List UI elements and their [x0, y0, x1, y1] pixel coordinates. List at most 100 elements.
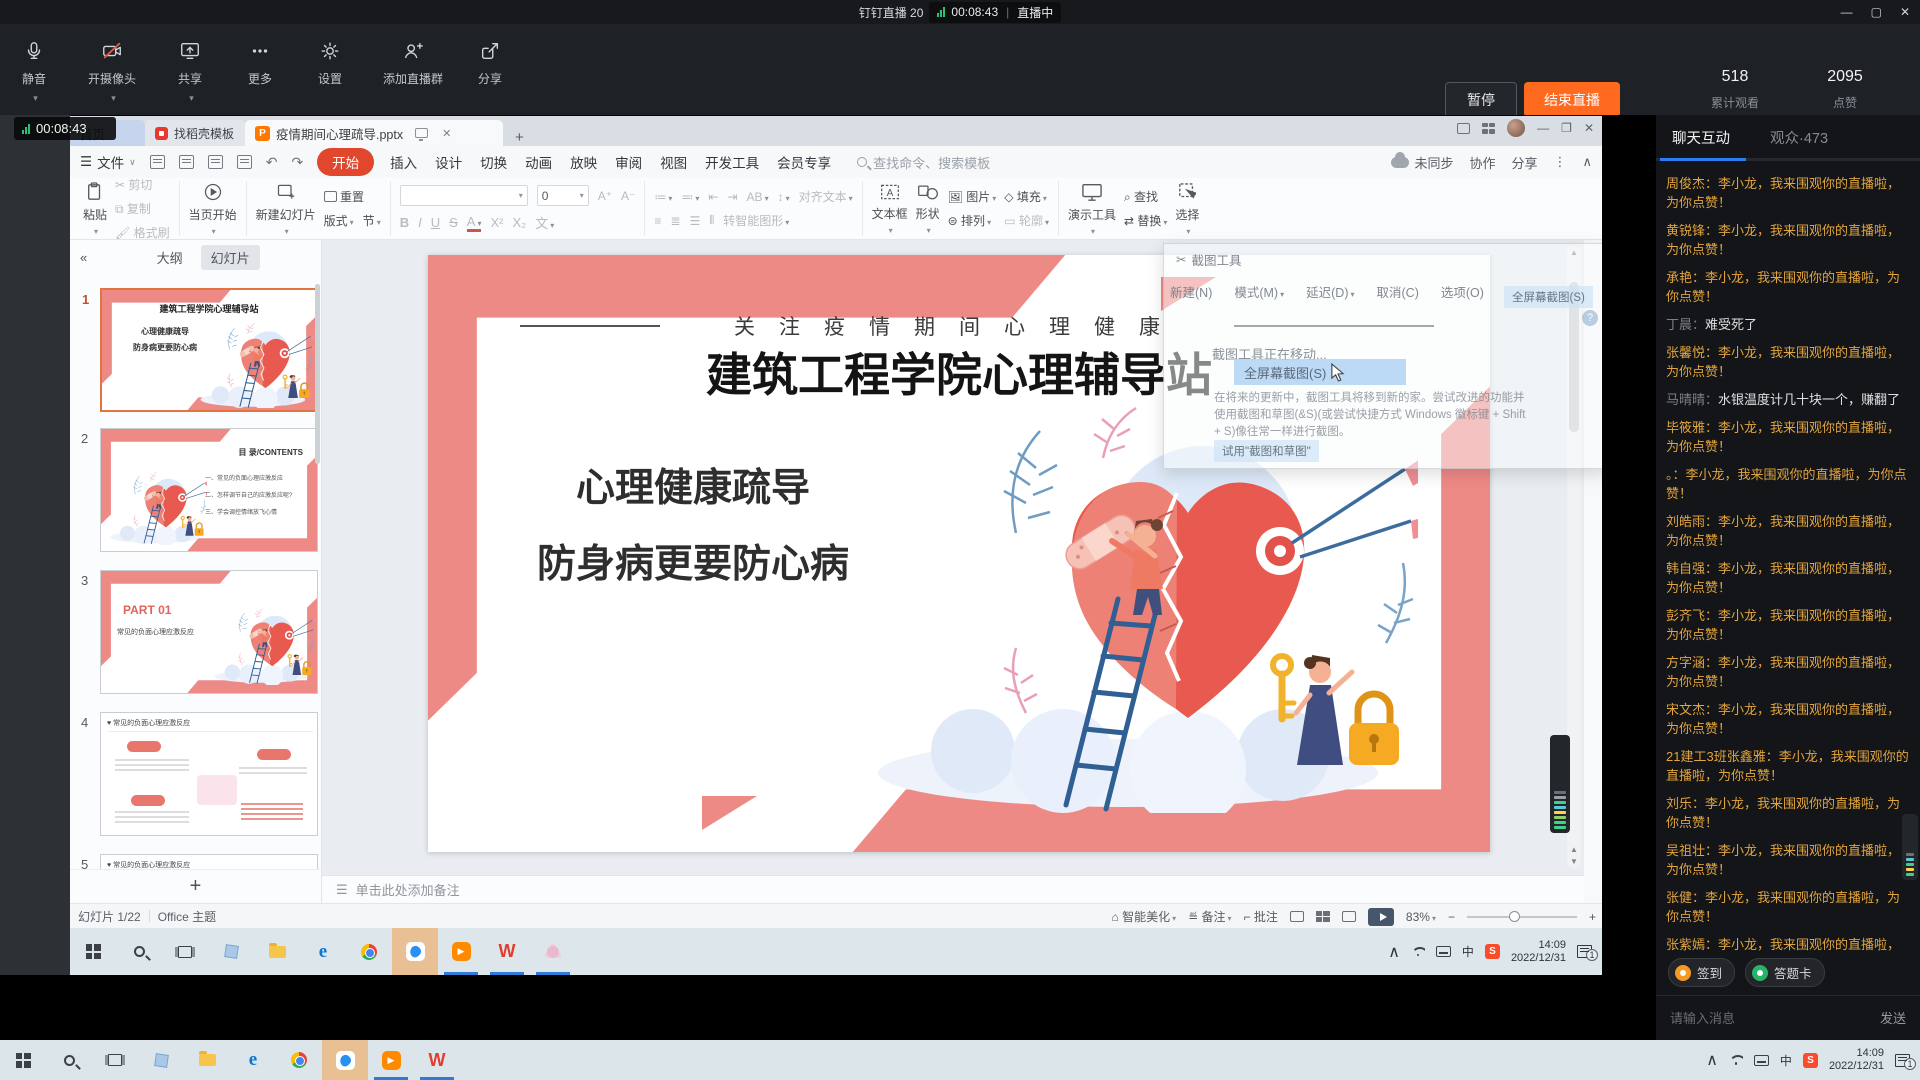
- fullscreen-snip-menu-item[interactable]: 全屏幕截图(S): [1234, 359, 1406, 385]
- increase-indent-button[interactable]: ⇥: [727, 190, 737, 204]
- settings-button[interactable]: 设置: [318, 38, 342, 87]
- clock[interactable]: 14:092022/12/31: [1511, 939, 1566, 965]
- chat-message-list[interactable]: 周俊杰：李小龙，我来围观你的直播啦，为你点赞！ 黄锐锋：李小龙，我来围观你的直播…: [1656, 168, 1920, 951]
- end-live-button[interactable]: 结束直播: [1524, 82, 1620, 117]
- add-slide-button[interactable]: +: [70, 869, 321, 902]
- slideshow-play-button[interactable]: [1368, 908, 1394, 926]
- panel-scrollbar[interactable]: [315, 284, 320, 464]
- start-button[interactable]: [70, 928, 116, 975]
- outline-tab[interactable]: 大纲: [147, 245, 193, 270]
- chrome-icon[interactable]: [346, 928, 392, 975]
- tray-expand-icon[interactable]: ∧: [1388, 942, 1400, 962]
- menu-tab-member[interactable]: 会员专享: [775, 152, 833, 172]
- quiz-card-button[interactable]: 答题卡: [1745, 958, 1825, 987]
- subscript-button[interactable]: X₂: [512, 215, 526, 230]
- zoom-out-button[interactable]: −: [1448, 910, 1455, 924]
- slide-thumbnail-2[interactable]: 2 目 录/CONTENTS 一、常见的负面心理应激反应 二、怎样调节自己的应激…: [100, 428, 318, 552]
- redo-icon[interactable]: ↷: [291, 154, 303, 171]
- tab-audience[interactable]: 观众·473: [1770, 127, 1828, 148]
- align-center-icon[interactable]: ≣: [670, 214, 680, 228]
- find-button[interactable]: ⌕ 查找: [1124, 188, 1167, 205]
- wps-restore-button[interactable]: ❐: [1561, 121, 1572, 135]
- layout-button[interactable]: 版式: [324, 212, 354, 229]
- sync-status[interactable]: 未同步: [1391, 153, 1453, 172]
- wps-office-icon[interactable]: W: [484, 928, 530, 975]
- sorter-view-icon[interactable]: [1316, 911, 1330, 922]
- presentation-tools-button[interactable]: 演示工具: [1068, 182, 1116, 236]
- export-icon[interactable]: [179, 155, 194, 169]
- align-right-icon[interactable]: ☰: [689, 214, 700, 228]
- shrink-font-button[interactable]: A⁻: [621, 189, 635, 203]
- ime-indicator[interactable]: 中: [1462, 943, 1474, 960]
- wps-office-icon[interactable]: W: [414, 1040, 460, 1080]
- slide-thumbnail-4[interactable]: 4 ♥ 常见的负面心理应激反应: [100, 712, 318, 836]
- line-spacing-button[interactable]: ↕: [778, 190, 790, 204]
- section-button[interactable]: 节: [363, 212, 381, 229]
- grow-font-button[interactable]: A⁺: [598, 189, 612, 203]
- slides-tab[interactable]: 幻灯片: [201, 245, 260, 270]
- strikethrough-button[interactable]: S: [449, 215, 458, 230]
- checkin-button[interactable]: 签到: [1668, 958, 1735, 987]
- command-search[interactable]: 查找命令、搜索模板: [857, 153, 990, 172]
- edge-icon[interactable]: e: [300, 928, 346, 975]
- format-painter-button[interactable]: 🖌 格式刷: [115, 224, 170, 241]
- picture-button[interactable]: 🖼 图片: [948, 188, 997, 205]
- menu-tab-transition[interactable]: 切换: [478, 152, 509, 172]
- dingtalk-icon[interactable]: [392, 928, 438, 975]
- replace-button[interactable]: ⇄ 替换: [1124, 212, 1167, 229]
- zoom-level[interactable]: 83%: [1406, 910, 1436, 924]
- notes-bar[interactable]: ☰ 单击此处添加备注: [322, 875, 1584, 903]
- grid-view-icon[interactable]: [1482, 123, 1495, 134]
- normal-view-icon[interactable]: [1290, 911, 1304, 922]
- underline-button[interactable]: U: [431, 215, 440, 230]
- maximize-button[interactable]: ▢: [1871, 5, 1882, 19]
- select-button[interactable]: 选择: [1175, 182, 1199, 236]
- close-button[interactable]: ✕: [1900, 5, 1910, 19]
- task-view-button[interactable]: [92, 1040, 138, 1080]
- flower-app-icon[interactable]: [530, 928, 576, 975]
- tab-chat[interactable]: 聊天互动: [1672, 127, 1730, 148]
- new-tab-button[interactable]: +: [515, 129, 524, 146]
- bullet-list-button[interactable]: ≔: [654, 190, 672, 204]
- start-button[interactable]: [0, 1040, 46, 1080]
- edge-icon[interactable]: e: [230, 1040, 276, 1080]
- single-page-view-icon[interactable]: [1457, 123, 1470, 134]
- menu-tab-review[interactable]: 审阅: [613, 152, 644, 172]
- search-button[interactable]: [46, 1040, 92, 1080]
- notification-icon[interactable]: 1: [1895, 1054, 1910, 1067]
- wps-minimize-button[interactable]: —: [1537, 121, 1549, 135]
- textbox-button[interactable]: A 文本框: [872, 183, 908, 235]
- collaborate-button[interactable]: 协作: [1469, 153, 1495, 172]
- to-smartart-button[interactable]: 转智能图形: [723, 212, 789, 229]
- comment-button[interactable]: ⌐ 批注: [1244, 908, 1278, 925]
- wps-share-button[interactable]: 分享: [1511, 153, 1537, 172]
- paste-button[interactable]: 粘贴: [83, 182, 107, 236]
- outline-button[interactable]: ▭ 轮廓: [1004, 212, 1049, 229]
- menu-tab-animation[interactable]: 动画: [523, 152, 554, 172]
- undo-icon[interactable]: ↶: [266, 154, 278, 171]
- save-icon[interactable]: [150, 155, 165, 169]
- mail-icon[interactable]: [138, 1040, 184, 1080]
- reading-view-icon[interactable]: [1342, 911, 1356, 922]
- more-menu-icon[interactable]: ⋮: [1553, 154, 1566, 170]
- keyboard-icon[interactable]: [1754, 1055, 1769, 1066]
- mute-button[interactable]: 静音: [22, 38, 46, 104]
- share-screen-button[interactable]: 共享: [178, 38, 202, 104]
- decrease-indent-button[interactable]: ⇤: [708, 190, 718, 204]
- wifi-icon[interactable]: [1411, 947, 1425, 957]
- zoom-in-button[interactable]: +: [1589, 910, 1596, 924]
- add-live-group-button[interactable]: 添加直播群: [383, 38, 443, 87]
- font-name-combo[interactable]: [400, 185, 528, 206]
- menu-tab-home[interactable]: 开始: [317, 148, 374, 176]
- font-size-combo[interactable]: 0: [537, 185, 589, 206]
- dingtalk-icon[interactable]: [322, 1040, 368, 1080]
- font-color-button[interactable]: A: [467, 214, 482, 232]
- bold-button[interactable]: B: [400, 215, 409, 230]
- menu-tab-devtools[interactable]: 开发工具: [703, 152, 761, 172]
- user-avatar[interactable]: [1507, 119, 1525, 137]
- sogou-icon[interactable]: S: [1485, 944, 1500, 959]
- superscript-button[interactable]: X²: [490, 215, 503, 230]
- wps-tab-document[interactable]: P 疫情期间心理疏导.pptx ✕: [245, 120, 503, 146]
- file-explorer-icon[interactable]: [254, 928, 300, 975]
- clock[interactable]: 14:092022/12/31: [1829, 1047, 1884, 1073]
